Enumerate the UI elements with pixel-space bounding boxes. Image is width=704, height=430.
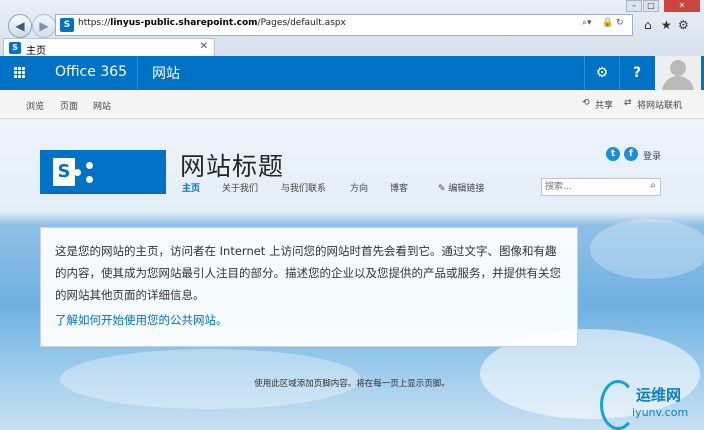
share-icon[interactable]: ⟲ xyxy=(582,98,590,108)
ribbon-tab-browse[interactable]: 浏览 xyxy=(26,99,44,112)
help-button[interactable]: ? xyxy=(619,56,654,90)
search-input[interactable] xyxy=(542,179,644,195)
suite-divider xyxy=(137,56,138,90)
suite-section-title[interactable]: 网站 xyxy=(152,63,180,83)
watermark-domain: iyunv.com xyxy=(632,406,689,419)
back-button[interactable]: ◀ xyxy=(8,14,32,38)
minimize-button[interactable]: – xyxy=(626,0,642,12)
ribbon-tab-page[interactable]: 页面 xyxy=(60,99,78,112)
share-button[interactable]: 共享 xyxy=(595,98,613,111)
forward-button[interactable]: ▶ xyxy=(32,14,56,38)
window-close-button[interactable]: ✕ xyxy=(664,0,700,12)
settings-gear-icon[interactable]: ⚙ xyxy=(678,18,689,32)
settings-gear-button[interactable]: ⚙ xyxy=(584,56,619,90)
watermark-text: 运维网 xyxy=(636,386,682,404)
browser-window: ◀ ▶ S https://linyus-public.sharepoint.c… xyxy=(0,0,704,430)
facebook-icon[interactable]: f xyxy=(624,147,638,161)
app-launcher-icon[interactable] xyxy=(14,67,26,79)
sharepoint-logo-letter: S xyxy=(53,158,75,186)
site-logo[interactable]: S xyxy=(40,150,166,194)
browser-tab[interactable]: S 主页 ✕ xyxy=(3,38,215,57)
watermark-logo: 运维网 iyunv.com xyxy=(598,372,702,430)
suite-bar: Office 365 网站 ⚙ ? xyxy=(0,56,704,90)
office365-brand[interactable]: Office 365 xyxy=(55,64,127,80)
logo-node xyxy=(86,176,93,183)
edit-links-button[interactable]: ✎ 编辑链接 xyxy=(438,181,484,194)
edit-links-label: 编辑链接 xyxy=(448,184,485,194)
sync-icon[interactable]: ⇄ xyxy=(624,98,632,108)
search-icon[interactable]: ⌕ xyxy=(650,180,656,191)
site-search-box[interactable]: ⌕ xyxy=(541,178,661,196)
avatar-head-icon xyxy=(670,60,686,76)
home-icon[interactable]: ⌂ xyxy=(644,18,652,32)
logo-node xyxy=(74,169,81,176)
favorites-star-icon[interactable]: ★ xyxy=(661,18,672,32)
site-header: S 网站标题 主页 关于我们 与我们联系 方向 博客 ✎ 编辑链接 t f 登录… xyxy=(0,119,704,211)
tab-close-icon[interactable]: ✕ xyxy=(200,41,208,52)
address-url: https://linyus-public.sharepoint.com/Pag… xyxy=(78,18,346,28)
maximize-button[interactable]: □ xyxy=(643,0,659,12)
refresh-icon[interactable]: ↻ xyxy=(616,18,624,28)
site-title[interactable]: 网站标题 xyxy=(180,147,284,183)
login-link[interactable]: 登录 xyxy=(643,149,661,162)
logo-node xyxy=(86,162,93,169)
cloud-decoration xyxy=(590,219,704,279)
pencil-icon: ✎ xyxy=(438,184,446,194)
tab-title: 主页 xyxy=(26,46,46,57)
avatar-body-icon xyxy=(662,76,694,90)
nav-about-us[interactable]: 关于我们 xyxy=(222,181,258,194)
watermark-arc-icon xyxy=(600,380,636,430)
twitter-icon[interactable]: t xyxy=(606,147,620,161)
ribbon-bar: 浏览 页面 网站 ⟲ 共享 ⇄ 将网站联机 xyxy=(0,90,704,119)
sync-button[interactable]: 将网站联机 xyxy=(637,98,682,111)
browser-toolbar: ◀ ▶ S https://linyus-public.sharepoint.c… xyxy=(0,0,704,57)
nav-directions[interactable]: 方向 xyxy=(350,181,368,194)
address-bar[interactable]: S https://linyus-public.sharepoint.com/P… xyxy=(55,14,633,36)
nav-blog[interactable]: 博客 xyxy=(390,181,408,194)
site-favicon-icon: S xyxy=(60,18,74,32)
ribbon-tab-site[interactable]: 网站 xyxy=(93,99,111,112)
search-dropdown-icon[interactable]: ⌕▾ xyxy=(582,18,592,28)
user-avatar[interactable] xyxy=(655,56,701,90)
welcome-text: 这是您的网站的主页，访问者在 Internet 上访问您的网站时首先会看到它。通… xyxy=(55,244,561,302)
nav-contact-us[interactable]: 与我们联系 xyxy=(281,181,326,194)
welcome-content-box: 这是您的网站的主页，访问者在 Internet 上访问您的网站时首先会看到它。通… xyxy=(40,227,578,347)
lock-icon[interactable]: 🔒 xyxy=(602,18,613,28)
nav-home[interactable]: 主页 xyxy=(182,181,200,194)
get-started-link[interactable]: 了解如何开始使用您的公共网站。 xyxy=(55,312,228,328)
tab-favicon-icon: S xyxy=(9,42,21,54)
